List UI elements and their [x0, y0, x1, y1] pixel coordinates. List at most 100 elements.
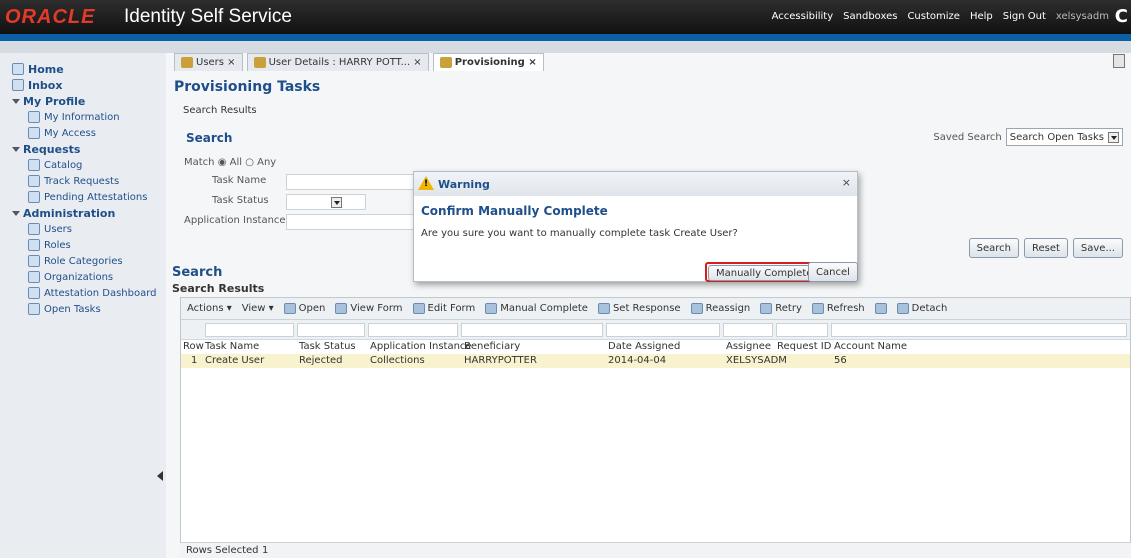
- column-header-date-assigned[interactable]: Date Assigned: [608, 341, 680, 352]
- sidebar-item-roles[interactable]: Roles: [12, 237, 162, 253]
- customize-link[interactable]: Customize: [907, 11, 960, 22]
- column-header-beneficiary[interactable]: Beneficiary: [464, 341, 520, 352]
- sidebar-item-track-requests[interactable]: Track Requests: [12, 173, 162, 189]
- sidebar-section-requests[interactable]: Requests: [12, 141, 162, 157]
- column-header-request-id[interactable]: Request ID: [777, 341, 831, 352]
- actions-menu[interactable]: Actions ▾: [187, 303, 232, 314]
- sidebar-item-attestation-dashboard[interactable]: Attestation Dashboard: [12, 285, 162, 301]
- filter-beneficiary[interactable]: [461, 323, 603, 337]
- edit-form-button[interactable]: Edit Form: [412, 303, 475, 314]
- binoculars-icon: [28, 175, 40, 187]
- window-maximize-icon[interactable]: [1113, 54, 1125, 68]
- filter-date-assigned[interactable]: [606, 323, 720, 337]
- task-name-input[interactable]: [286, 174, 416, 190]
- match-all-radio[interactable]: All: [230, 157, 242, 168]
- attestation-icon: [28, 191, 40, 203]
- filter-account-name[interactable]: [831, 323, 1127, 337]
- sign-out-link[interactable]: Sign Out: [1003, 11, 1046, 22]
- column-header-row[interactable]: Row: [183, 341, 204, 352]
- table-row[interactable]: 1 Create User Rejected Collections HARRY…: [181, 354, 1130, 368]
- column-header-task-name[interactable]: Task Name: [205, 341, 259, 352]
- sidebar-section-administration[interactable]: Administration: [12, 205, 162, 221]
- collapse-triangle-icon: [12, 98, 20, 104]
- top-header: ORACLE Identity Self Service Accessibili…: [0, 0, 1131, 34]
- status-bar: Rows Selected 1: [180, 542, 1131, 558]
- tasks-icon: [28, 303, 40, 315]
- users-icon: [181, 57, 193, 68]
- app-title: Identity Self Service: [124, 6, 292, 27]
- open-button[interactable]: Open: [283, 303, 325, 314]
- dialog-message: Are you sure you want to manually comple…: [421, 228, 738, 239]
- sidebar-item-organizations[interactable]: Organizations: [12, 269, 162, 285]
- collapse-triangle-icon: [12, 146, 20, 152]
- close-icon[interactable]: ×: [842, 176, 851, 189]
- column-header-task-status[interactable]: Task Status: [299, 341, 356, 352]
- sidebar-item-inbox[interactable]: Inbox: [12, 77, 162, 93]
- oracle-logo: ORACLE: [5, 6, 96, 28]
- search-section-heading[interactable]: Search: [186, 131, 232, 145]
- filter-task-status[interactable]: [297, 323, 365, 337]
- filter-task-name[interactable]: [205, 323, 294, 337]
- results-panel: Actions ▾ View ▾ Open View Form Edit For…: [180, 297, 1131, 558]
- sidebar-item-role-categories[interactable]: Role Categories: [12, 253, 162, 269]
- cancel-button[interactable]: Cancel: [808, 262, 858, 282]
- view-form-button[interactable]: View Form: [335, 303, 403, 314]
- collapse-sidebar-icon[interactable]: [157, 471, 163, 481]
- view-menu[interactable]: View ▾: [242, 303, 274, 314]
- detach-icon: [896, 303, 909, 314]
- cell-account-name: 56: [834, 355, 847, 366]
- accessibility-link[interactable]: Accessibility: [772, 11, 834, 22]
- collapse-triangle-icon: [12, 210, 20, 216]
- chevron-down-icon: [1108, 131, 1119, 143]
- manual-complete-button[interactable]: Manual Complete: [485, 303, 588, 314]
- organizations-icon: [28, 271, 40, 283]
- sidebar-item-catalog[interactable]: Catalog: [12, 157, 162, 173]
- detach-button[interactable]: Detach: [896, 303, 947, 314]
- column-header-assignee[interactable]: Assignee: [726, 341, 771, 352]
- filter-assignee[interactable]: [723, 323, 773, 337]
- sidebar-item-home[interactable]: Home: [12, 61, 162, 77]
- column-header-account-name[interactable]: Account Name: [834, 341, 907, 352]
- set-response-button[interactable]: Set Response: [597, 303, 681, 314]
- person-icon: [253, 57, 266, 68]
- view-form-icon: [335, 303, 348, 314]
- search-results-link[interactable]: Search Results: [183, 105, 257, 116]
- filter-app-instance[interactable]: [368, 323, 458, 337]
- sidebar-item-my-information[interactable]: My Information: [12, 109, 162, 125]
- filter-request-id[interactable]: [776, 323, 828, 337]
- tab-users[interactable]: Users ×: [174, 53, 243, 71]
- saved-search-select[interactable]: Search Open Tasks: [1005, 128, 1123, 146]
- help-link[interactable]: Help: [970, 11, 993, 22]
- match-any-radio[interactable]: Any: [257, 157, 276, 168]
- manually-complete-button[interactable]: Manually Complete: [708, 265, 821, 281]
- rows-selected-value: 1: [262, 545, 269, 556]
- sidebar-item-pending-attestations[interactable]: Pending Attestations: [12, 189, 162, 205]
- reassign-button[interactable]: Reassign: [690, 303, 750, 314]
- response-icon: [597, 303, 610, 314]
- inbox-icon: [12, 79, 24, 91]
- role-categories-icon: [28, 255, 40, 267]
- retry-button[interactable]: Retry: [760, 303, 802, 314]
- search-button[interactable]: Search: [968, 238, 1019, 258]
- cell-beneficiary: HARRYPOTTER: [464, 355, 537, 366]
- refresh-button[interactable]: Refresh: [811, 303, 865, 314]
- manually-complete-highlight: Manually Complete: [705, 262, 824, 282]
- reset-button[interactable]: Reset: [1023, 238, 1068, 258]
- save-button[interactable]: Save...: [1072, 238, 1123, 258]
- sidebar-item-my-access[interactable]: My Access: [12, 125, 162, 141]
- header-accent-bar: [0, 34, 1131, 41]
- filter-toggle-button[interactable]: [874, 303, 887, 314]
- column-header-app-instance[interactable]: Application Instance: [370, 341, 472, 352]
- sidebar-item-open-tasks[interactable]: Open Tasks: [12, 301, 162, 317]
- search-icon[interactable]: C: [1115, 6, 1128, 27]
- sidebar-item-users[interactable]: Users: [12, 221, 162, 237]
- cell-date-assigned: 2014-04-04: [608, 355, 667, 366]
- sandboxes-link[interactable]: Sandboxes: [843, 11, 897, 22]
- application-instance-input[interactable]: [286, 214, 416, 230]
- tab-user-details[interactable]: User Details : HARRY POTT... ×: [246, 53, 429, 71]
- catalog-icon: [28, 159, 40, 171]
- rows-selected-label: Rows Selected: [186, 545, 259, 556]
- task-status-select[interactable]: [286, 194, 366, 210]
- sidebar-section-my-profile[interactable]: My Profile: [12, 93, 162, 109]
- tab-provisioning[interactable]: Provisioning ×: [432, 53, 544, 71]
